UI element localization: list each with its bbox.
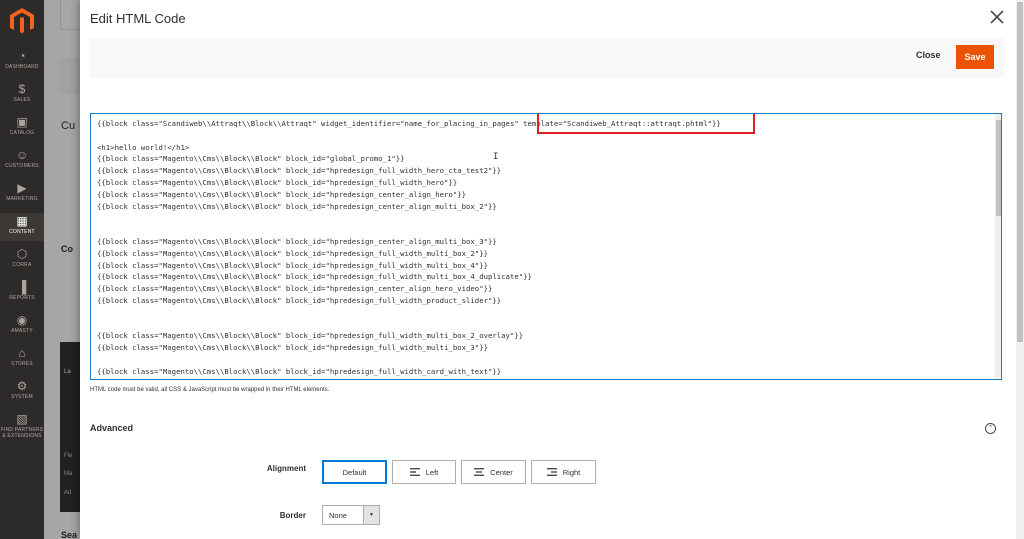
- code-line: {{block class="Magento\\Cms\\Block\\Bloc…: [97, 295, 502, 305]
- megaphone-icon: ▶: [17, 181, 27, 195]
- code-line: <h1>hello world!</h1>: [97, 142, 190, 152]
- sidebar-item-label: CONTENT: [9, 229, 35, 235]
- code-content[interactable]: {{block class="Scandiweb\\Attraqt\\Block…: [97, 118, 991, 378]
- sidebar-item-find-partners-extensions[interactable]: ▧ FIND PARTNERS & EXTENSIONS: [0, 411, 44, 443]
- sidebar-item-catalog[interactable]: ▣ CATALOG: [0, 114, 44, 142]
- align-right-label: Right: [562, 467, 581, 477]
- align-default-button[interactable]: Default: [322, 460, 387, 484]
- sidebar-item-marketing[interactable]: ▶ MARKETING: [0, 180, 44, 208]
- layout-icon: ▦: [16, 214, 28, 228]
- align-center-label: Center: [490, 467, 513, 477]
- sidebar-item-customers[interactable]: ☺ CUSTOMERS: [0, 147, 44, 175]
- sidebar-item-sales[interactable]: $ SALES: [0, 81, 44, 109]
- border-label: Border: [279, 511, 306, 520]
- code-line: {{block class="Magento\\Cms\\Block\\Bloc…: [97, 201, 497, 211]
- sidebar-item-content[interactable]: ▦ CONTENT: [0, 213, 44, 241]
- close-icon[interactable]: [988, 8, 1006, 26]
- box-icon: ▧: [16, 412, 28, 426]
- code-line: {{block class="Magento\\Cms\\Block\\Bloc…: [97, 343, 488, 353]
- modal-title: Edit HTML Code: [90, 11, 186, 26]
- align-right-icon: [546, 468, 557, 476]
- bar-chart-icon: ▐: [17, 280, 27, 294]
- html-code-textarea[interactable]: {{block class="Scandiweb\\Attraqt\\Block…: [90, 113, 1002, 380]
- gear-icon: ⚙: [16, 379, 28, 393]
- code-scrollbar[interactable]: [995, 114, 1001, 379]
- edit-html-modal: Edit HTML Code Close Save {{block class=…: [80, 0, 1024, 539]
- magento-logo-icon[interactable]: [10, 8, 34, 34]
- save-button[interactable]: Save: [956, 45, 994, 69]
- code-line: {{block class="Magento\\Cms\\Block\\Bloc…: [97, 154, 405, 164]
- align-left-icon: [409, 468, 420, 476]
- page-scroll-thumb[interactable]: [1017, 2, 1023, 342]
- align-left-button[interactable]: Left: [392, 460, 456, 484]
- code-line: {{block class="Magento\\Cms\\Block\\Bloc…: [97, 260, 488, 270]
- modal-overlay[interactable]: [44, 0, 80, 539]
- sidebar-item-reports[interactable]: ▐ REPORTS: [0, 279, 44, 307]
- code-line: {{block class="Magento\\Cms\\Block\\Bloc…: [97, 366, 502, 376]
- sidebar-item-label: SALES: [13, 97, 31, 103]
- highlight-annotation: [537, 114, 755, 134]
- sidebar-item-label: DASHBOARD: [5, 64, 39, 70]
- sidebar-item-label: STORES: [11, 361, 33, 367]
- sidebar-item-label: MARKETING: [6, 196, 38, 202]
- border-select[interactable]: None ▼: [322, 505, 380, 525]
- code-line: {{block class="Magento\\Cms\\Block\\Bloc…: [97, 166, 502, 176]
- sidebar-item-label: SYSTEM: [11, 394, 33, 400]
- dashboard-icon: ◔: [18, 49, 26, 63]
- chevron-down-icon[interactable]: ▼: [363, 506, 379, 524]
- sidebar-item-system[interactable]: ⚙ SYSTEM: [0, 378, 44, 406]
- sidebar-item-label: REPORTS: [9, 295, 35, 301]
- sidebar-item-label: FIND PARTNERS & EXTENSIONS: [0, 427, 44, 439]
- code-line: {{block class="Magento\\Cms\\Block\\Bloc…: [97, 272, 532, 282]
- sidebar-item-label: CATALOG: [9, 130, 35, 136]
- code-line: {{block class="Magento\\Cms\\Block\\Bloc…: [97, 331, 524, 341]
- collapse-icon[interactable]: ⌃: [985, 423, 996, 434]
- code-line: {{block class="Magento\\Cms\\Block\\Bloc…: [97, 189, 467, 199]
- align-center-button[interactable]: Center: [461, 460, 526, 484]
- align-center-icon: [474, 468, 485, 476]
- align-left-label: Left: [425, 467, 439, 477]
- modal-action-bar: Close Save: [90, 38, 1004, 78]
- sidebar-item-amasty[interactable]: ◉ AMASTY: [0, 312, 44, 340]
- sidebar-item-stores[interactable]: ⌂ STORES: [0, 345, 44, 373]
- sidebar-item-label: CORRA: [12, 262, 32, 268]
- html-code-note: HTML code must be valid, all CSS & JavaS…: [90, 387, 330, 393]
- amasty-icon: ◉: [16, 313, 28, 327]
- code-line: {{block class="Magento\\Cms\\Block\\Bloc…: [97, 236, 497, 246]
- page-scrollbar[interactable]: [1016, 0, 1024, 539]
- dollar-icon: $: [18, 82, 26, 96]
- person-icon: ☺: [16, 148, 29, 162]
- hexagon-icon: ⬡: [16, 247, 28, 261]
- code-line: {{block class="Magento\\Cms\\Block\\Bloc…: [97, 248, 488, 258]
- sidebar-item-corra[interactable]: ⬡ CORRA: [0, 246, 44, 274]
- border-select-value: None: [329, 511, 347, 520]
- code-line: {{block class="Magento\\Cms\\Block\\Bloc…: [97, 284, 493, 294]
- sidebar-item-dashboard[interactable]: ◔ DASHBOARD: [0, 48, 44, 76]
- advanced-section-title[interactable]: Advanced: [90, 423, 133, 433]
- store-icon: ⌂: [18, 346, 26, 360]
- cube-icon: ▣: [16, 115, 28, 129]
- alignment-label: Alignment: [266, 464, 306, 473]
- close-button[interactable]: Close: [916, 50, 941, 60]
- code-scroll-thumb[interactable]: [996, 120, 1001, 216]
- code-line: {{block class="Magento\\Cms\\Block\\Bloc…: [97, 177, 458, 187]
- align-default-label: Default: [342, 467, 367, 477]
- sidebar-item-label: CUSTOMERS: [5, 163, 39, 169]
- text-cursor-icon: I: [493, 152, 499, 162]
- align-right-button[interactable]: Right: [531, 460, 596, 484]
- sidebar-item-label: AMASTY: [11, 328, 33, 334]
